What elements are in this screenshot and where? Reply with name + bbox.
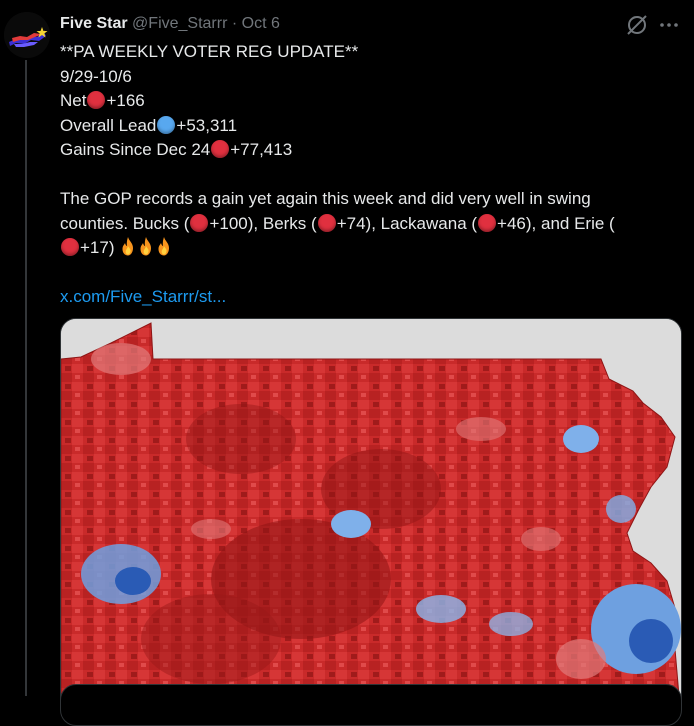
lead-line: Overall Lead +53,311 [60,114,680,139]
map-image[interactable] [60,318,682,720]
net-line: Net +166 [60,89,680,114]
text-segment: +46), and Erie ( [497,213,615,233]
blue-circle-icon [157,115,176,134]
red-circle-icon [87,91,106,109]
more-options-icon[interactable] [656,12,682,38]
tweet-headline: **PA WEEKLY VOTER REG UPDATE** [60,42,359,61]
gains-label: Gains Since Dec 24 [60,140,211,159]
paragraph-line-2: counties. Bucks ( +100), Berks ( +74), Lac… [60,212,680,237]
tweet-link[interactable]: x.com/Five_Starrr/st... [60,285,680,310]
gains-line: Gains Since Dec 24 +77,413 [60,138,680,163]
quoted-tweet-card[interactable] [60,684,682,726]
grok-icon[interactable] [624,12,650,38]
text-segment: +74), Lackawana ( [336,213,478,233]
tweet-text: **PA WEEKLY VOTER REG UPDATE** 9/29-10/6… [60,40,680,310]
tweet-timestamp[interactable]: Oct 6 [242,15,280,32]
lead-label: Overall Lead [60,115,157,135]
red-circle-icon [61,238,79,256]
header-separator: · [231,15,238,32]
text-segment: +17) [80,238,115,257]
text-segment: +100), Berks ( [209,213,317,233]
fire-icon [122,237,134,256]
net-value: +166 [106,91,145,110]
red-circle-icon [317,213,336,232]
date-range: 9/29-10/6 [60,66,132,86]
tweet-header: Five Star @Five_Starrr · Oct 6 [60,14,280,34]
fire-icon [140,237,152,256]
gains-value: +77,413 [230,140,293,159]
paragraph-line-1: The GOP records a gain yet again this we… [60,189,591,208]
paragraph-line-3: +17) [60,236,680,261]
net-label: Net [60,91,87,110]
avatar[interactable] [4,12,50,58]
author-handle[interactable]: @Five_Starrr [132,15,227,32]
author-name[interactable]: Five Star [60,15,128,32]
lead-value: +53,311 [176,115,238,135]
red-circle-icon [211,140,230,158]
red-circle-icon [190,213,209,232]
text-segment: counties. Bucks ( [60,213,190,233]
thread-connector-line [25,60,27,696]
fire-icon [158,237,170,256]
red-circle-icon [478,213,497,232]
